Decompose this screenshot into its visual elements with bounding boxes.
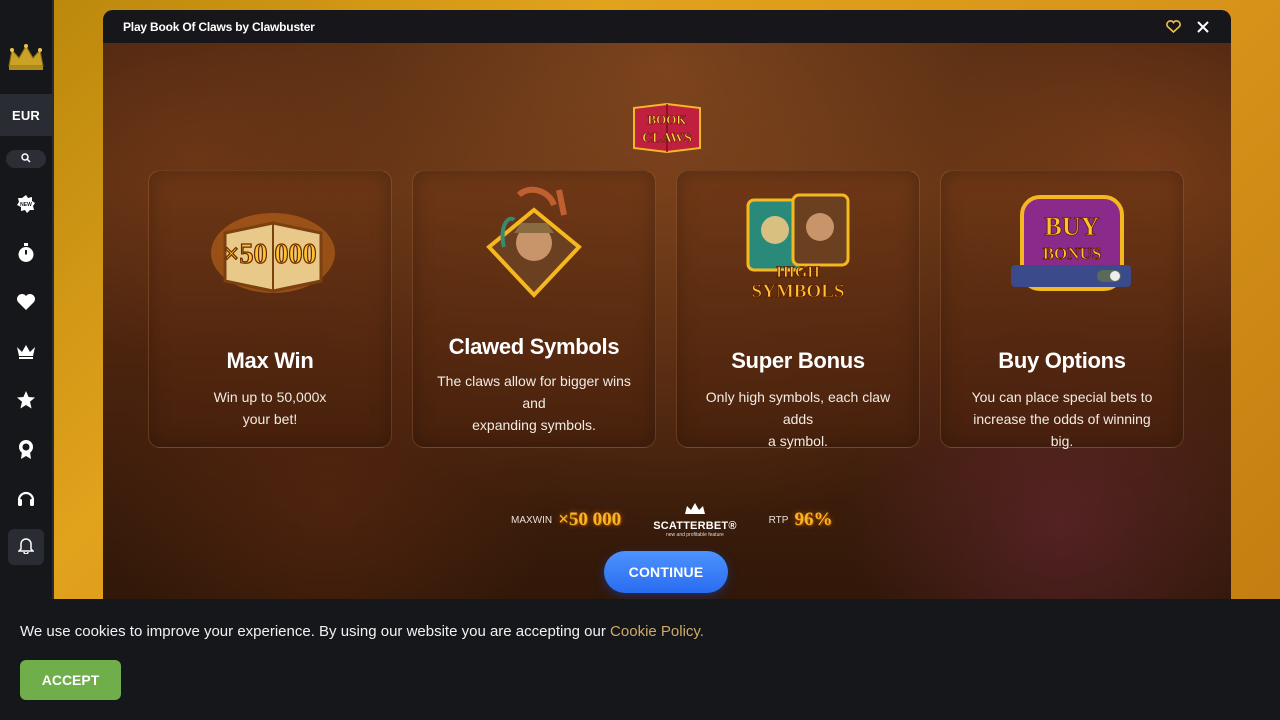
logo-text-book: BOOK <box>647 112 687 127</box>
currency-label: EUR <box>11 107 41 123</box>
game-intro-modal: Play Book Of Claws by Clawbuster BOOK CL… <box>103 10 1231 610</box>
card-description: The claws allow for bigger wins and expa… <box>417 370 651 436</box>
high-symbols-art: HIGH SYMBOLS <box>723 185 873 310</box>
new-badge-icon: NEW <box>16 194 36 219</box>
continue-label: CONTINUE <box>628 564 704 580</box>
sidebar-item-favorites[interactable] <box>0 280 53 329</box>
card-desc-line: a symbol. <box>768 433 828 449</box>
svg-text:NEW: NEW <box>20 202 32 208</box>
scatterbet-name: SCATTERBET® <box>653 520 737 532</box>
accept-label: ACCEPT <box>41 672 100 688</box>
stat-rtp-value: 96% <box>794 509 833 530</box>
notifications-button[interactable] <box>8 529 44 565</box>
card-desc-line: expanding symbols. <box>472 417 596 433</box>
max-win-art: ×50 000 <box>195 185 345 310</box>
card-desc-line: and <box>522 395 546 411</box>
card-desc-line: Win up to 50,000x <box>213 389 327 405</box>
card-desc-line: Only high symbols, each claw adds <box>705 389 891 427</box>
card-description: Win up to 50,000x your bet! <box>194 386 347 430</box>
logo-text-claws: CLAWS <box>642 131 692 146</box>
stat-maxwin: MAXWIN ×50 000 <box>511 509 621 531</box>
cookie-banner: We use cookies to improve your experienc… <box>0 599 1280 720</box>
cookie-message: We use cookies to improve your experienc… <box>20 623 704 640</box>
sidebar-item-new[interactable]: NEW <box>0 182 53 231</box>
card-title: Super Bonus <box>731 348 865 373</box>
headset-icon <box>16 488 36 513</box>
card-description: You can place special bets to increase t… <box>941 386 1183 452</box>
feature-cards: ×50 000 Max Win Win up to 50,000x your b… <box>148 170 1184 449</box>
cookie-text: We use cookies to improve your experienc… <box>20 623 611 640</box>
search-button[interactable] <box>6 150 46 168</box>
feature-card-buy-options: BUY BONUS Buy Options You can place spec… <box>940 170 1184 449</box>
card-desc-line: You can place special bets to <box>971 389 1153 405</box>
card-title: Max Win <box>226 348 314 373</box>
currency-selector[interactable]: EUR <box>0 94 53 136</box>
accept-cookies-button[interactable]: ACCEPT <box>20 660 121 700</box>
favorite-heart-icon[interactable] <box>1165 19 1181 35</box>
high-symbols-text-2: SYMBOLS <box>752 281 845 302</box>
sidebar-item-rewards[interactable] <box>0 427 53 476</box>
crown-logo-icon[interactable] <box>6 42 46 74</box>
card-desc-line: The claws allow for bigger wins <box>437 373 631 389</box>
medal-icon <box>17 439 35 464</box>
scatterbet-subtitle: new and profitable feature <box>665 532 724 538</box>
stat-rtp-label: RTP <box>768 514 789 526</box>
card-desc-line: increase the odds of winning big. <box>973 411 1151 449</box>
card-description: Only high symbols, each claw adds a symb… <box>677 386 919 452</box>
buy-bonus-art: BUY BONUS <box>987 185 1137 310</box>
buy-art-text-1: BUY <box>1045 212 1100 241</box>
modal-header: Play Book Of Claws by Clawbuster <box>103 10 1231 43</box>
buy-art-text-2: BONUS <box>1043 244 1102 263</box>
stat-maxwin-label: MAXWIN <box>511 514 553 526</box>
stat-maxwin-value: ×50 000 <box>558 509 622 530</box>
feature-card-clawed-symbols: Clawed Symbols The claws allow for bigge… <box>412 170 656 448</box>
card-title: Buy Options <box>998 348 1126 373</box>
star-icon <box>16 390 36 415</box>
card-title: Clawed Symbols <box>448 334 620 359</box>
stat-rtp: RTP 96% <box>769 509 833 531</box>
scatterbet-logo: SCATTERBET® new and profitable feature <box>653 502 736 538</box>
feature-card-super-bonus: HIGH SYMBOLS Super Bonus Only high symbo… <box>676 170 920 449</box>
feature-card-max-win: ×50 000 Max Win Win up to 50,000x your b… <box>148 170 392 448</box>
heart-icon <box>16 293 36 316</box>
search-icon <box>21 150 31 168</box>
max-win-art-text: ×50 000 <box>224 239 317 270</box>
clawed-symbols-art <box>459 185 609 310</box>
continue-button[interactable]: CONTINUE <box>604 551 728 593</box>
stopwatch-icon <box>17 243 35 268</box>
high-symbols-text-1: HIGH <box>776 264 820 281</box>
modal-title: Play Book Of Claws by Clawbuster <box>123 19 315 34</box>
sidebar-item-support[interactable] <box>0 476 53 525</box>
cookie-policy-link[interactable]: Cookie Policy. <box>610 623 704 640</box>
sidebar-item-vip[interactable] <box>0 329 53 378</box>
crown-icon <box>16 343 36 364</box>
bell-icon <box>17 536 35 559</box>
sidebar-item-recent[interactable] <box>0 231 53 280</box>
scatterbet-crown-icon <box>684 502 706 520</box>
card-desc-line: your bet! <box>242 411 298 427</box>
book-of-claws-logo: BOOK CLAWS <box>630 98 704 156</box>
game-stats: MAXWIN ×50 000 SCATTERBET® new and profi… <box>511 502 832 538</box>
sidebar-item-popular[interactable] <box>0 378 53 427</box>
sidebar: EUR NEW <box>0 0 54 600</box>
close-icon[interactable] <box>1195 19 1211 35</box>
